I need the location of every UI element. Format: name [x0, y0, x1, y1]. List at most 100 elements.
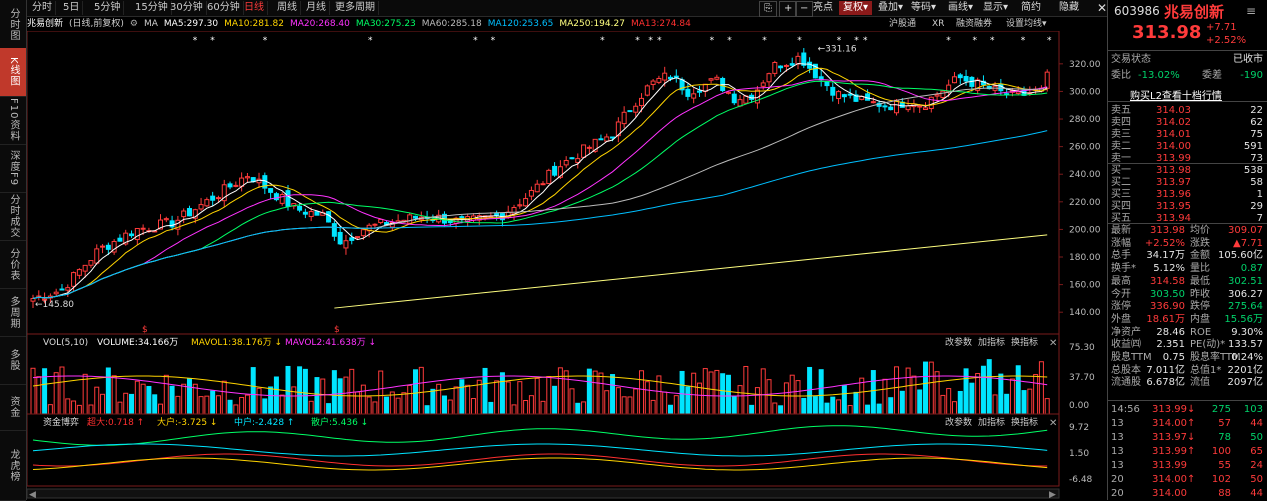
left-tab-7[interactable]: 多股 [0, 336, 26, 385]
period-tab-8[interactable]: 月线 [303, 1, 330, 15]
vol-action-0[interactable]: 改参数 [945, 336, 972, 348]
candle [923, 107, 928, 110]
scroll-left-icon[interactable]: ◀ [29, 490, 36, 500]
volume-bar [163, 374, 169, 415]
left-tab-3[interactable]: 深度F9 [0, 144, 26, 193]
volume-bar [546, 376, 552, 415]
tool-5[interactable]: 显示▾ [979, 1, 1012, 15]
fund-close-icon[interactable]: ✕ [1049, 418, 1057, 429]
candle [778, 65, 784, 69]
period-tab-0[interactable]: 分时 [29, 1, 56, 15]
period-tab-2[interactable]: 5分钟 [91, 1, 125, 15]
volume-bar [192, 383, 198, 415]
period-tab-9[interactable]: 更多周期 [332, 1, 379, 15]
volume-bar [911, 375, 917, 415]
tool-6[interactable]: 简约 [1017, 1, 1045, 15]
volume-bar [331, 370, 337, 415]
volume-bar [42, 368, 48, 415]
stat-row: 总手 34.17万 金额 105.60亿 [1108, 249, 1267, 262]
event-marker: * [210, 36, 215, 46]
candle [134, 227, 140, 241]
kline-chart[interactable]: 320.00 300.00 280.00 260.00 240.00 220.00 200.… [27, 31, 1107, 500]
left-tab-8[interactable]: 资金 [0, 384, 26, 431]
period-tab-6[interactable]: 日线 [241, 1, 268, 15]
fund-action-2[interactable]: 换指标 [1011, 416, 1038, 428]
left-tab-6[interactable]: 多周期 [0, 288, 26, 337]
stock-name: 兆易创新 [1164, 3, 1225, 21]
candle [627, 110, 633, 113]
candle [244, 176, 250, 179]
tick-count: 44 [1250, 418, 1263, 429]
left-tab-0[interactable]: 分时图 [0, 0, 26, 49]
candle [186, 208, 192, 217]
fund-action-1[interactable]: 加指标 [978, 416, 1005, 428]
ma-right-tab-3[interactable]: 设置均线▾ [1006, 17, 1047, 31]
ma-right-tab-2[interactable]: 融资融券 [956, 17, 992, 31]
volume-bar [789, 374, 795, 415]
volume-bar [117, 401, 123, 415]
candle [708, 78, 714, 81]
left-tab-9[interactable]: 龙虎榜 [0, 430, 26, 501]
volume-bar [268, 386, 274, 415]
period-tab-4[interactable]: 30分钟 [167, 1, 207, 15]
volume-bar [407, 384, 413, 415]
scroll-right-icon[interactable]: ▶ [1049, 490, 1056, 500]
tick-count: 44 [1250, 488, 1263, 499]
volume-bar [94, 386, 100, 415]
vol-action-1[interactable]: 加指标 [978, 336, 1005, 348]
volume-bar [401, 392, 407, 415]
fund-value-2: 中户:-2.428 ↑ [234, 416, 294, 428]
stat-label-2: 昨收 [1190, 288, 1210, 300]
stat-value-2: 105.60亿 [1218, 250, 1263, 262]
l2-link[interactable]: 购买L2查看十档行情 [1130, 87, 1222, 102]
copy-icon[interactable]: ⎘ [759, 1, 777, 17]
tick-volume: 102 [1211, 474, 1231, 485]
vol-action-2[interactable]: 换指标 [1011, 336, 1038, 348]
stat-label: 最新 [1111, 225, 1131, 236]
signal-marker: $ [334, 325, 340, 335]
volume-bar [494, 380, 500, 415]
volume-bar [778, 405, 784, 415]
volume-bar [505, 381, 511, 415]
tool-7[interactable]: 隐藏 [1055, 1, 1083, 15]
candle [1044, 71, 1050, 89]
period-tab-7[interactable]: 周线 [274, 1, 301, 15]
tool-4[interactable]: 画线▾ [944, 1, 977, 15]
tool-3[interactable]: 等码▾ [907, 1, 940, 15]
fund-line [32, 453, 1048, 467]
volume-bar [754, 387, 760, 415]
period-tab-5[interactable]: 60分钟 [204, 1, 244, 15]
volume-bar [1027, 388, 1033, 415]
vol-close-icon[interactable]: ✕ [1049, 338, 1057, 349]
menu-icon[interactable]: ≡ [1246, 4, 1256, 18]
tick-volume: 55 [1218, 460, 1231, 471]
candle [540, 183, 546, 186]
volume-bar [285, 365, 291, 415]
left-tab-4[interactable]: 分时成交 [0, 192, 26, 241]
tool-1[interactable]: 复权▾ [839, 1, 873, 15]
stat-label: 流通股 [1111, 377, 1141, 389]
chart-scrollbar[interactable] [27, 488, 1060, 499]
tool-0[interactable]: 亮点 [809, 1, 837, 15]
ma-right-tab-0[interactable]: 沪股通 [889, 17, 916, 31]
left-tab-5[interactable]: 分价表 [0, 240, 26, 289]
volume-bar [581, 401, 587, 415]
stat-value: +2.52% [1144, 237, 1185, 249]
candle [326, 211, 332, 223]
commission-ratio: 委比 -13.02% 委差 -190 [1108, 69, 1267, 82]
volume-bar [256, 387, 262, 415]
ma-line-30 [32, 80, 1048, 299]
fund-action-0[interactable]: 改参数 [945, 416, 972, 428]
stat-label-2: 量比 [1190, 263, 1210, 275]
ma-right-tab-1[interactable]: XR [932, 17, 944, 31]
period-tab-1[interactable]: 5日 [60, 1, 84, 15]
gear-icon[interactable]: ⚙ [130, 19, 138, 29]
stat-value: 313.98 [1150, 225, 1185, 236]
volume-bar [499, 372, 505, 415]
volume-bar [795, 380, 801, 415]
price-axis-label: 260.00 [1069, 143, 1101, 153]
tool-2[interactable]: 叠加▾ [874, 1, 907, 15]
period-tab-3[interactable]: 15分钟 [132, 1, 172, 15]
left-tab-2[interactable]: F10资料 [0, 96, 26, 145]
left-tab-1[interactable]: K线图 [0, 48, 26, 97]
